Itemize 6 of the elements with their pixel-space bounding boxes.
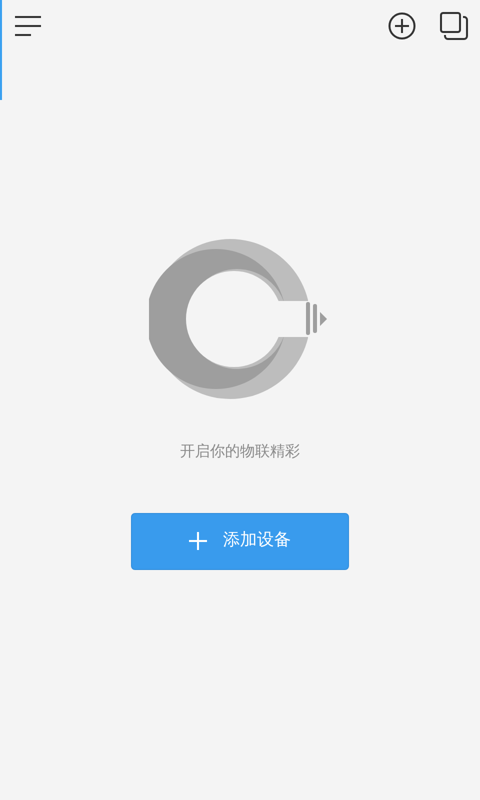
plus-icon (189, 532, 207, 550)
stacked-squares-icon[interactable] (440, 12, 468, 40)
menu-icon[interactable] (14, 14, 42, 38)
add-circle-icon[interactable] (388, 12, 416, 40)
empty-state-message: 开启你的物联精彩 (180, 441, 300, 462)
add-device-button[interactable]: 添加设备 (131, 512, 349, 570)
